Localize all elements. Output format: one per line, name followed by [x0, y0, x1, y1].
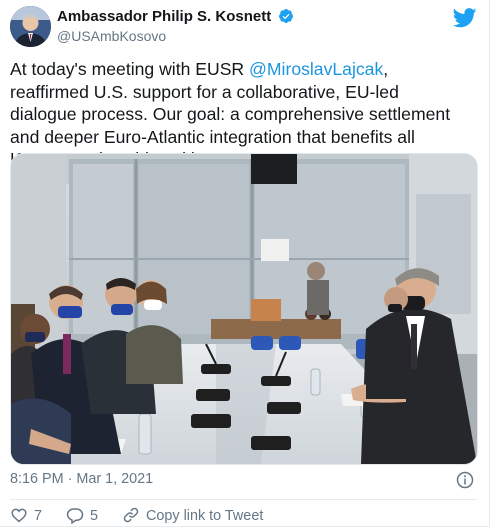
- reply-button[interactable]: 5: [66, 506, 99, 525]
- link-icon: [123, 507, 139, 523]
- copy-link-button[interactable]: Copy link to Tweet: [122, 506, 263, 524]
- author-handle[interactable]: @USAmbKosovo: [57, 28, 294, 44]
- tweet-photo[interactable]: [10, 153, 478, 465]
- reply-count: 5: [90, 508, 99, 524]
- tweet-header: Ambassador Philip S. Kosnett @USAmbKosov…: [10, 6, 477, 50]
- author-display-name[interactable]: Ambassador Philip S. Kosnett: [57, 8, 271, 25]
- divider: [10, 499, 477, 500]
- like-count: 7: [34, 508, 43, 524]
- tweet-embed-card: Ambassador Philip S. Kosnett @USAmbKosov…: [0, 0, 490, 527]
- timestamp-row: 8:16 PM · Mar 1, 2021: [10, 471, 476, 491]
- heart-icon: [11, 508, 27, 523]
- mention-link[interactable]: @MiroslavLajcak: [249, 59, 383, 79]
- verified-badge-icon: [278, 9, 293, 23]
- avatar[interactable]: [10, 6, 51, 47]
- reply-bubble-icon: [66, 508, 84, 525]
- info-icon[interactable]: [456, 471, 474, 489]
- like-button[interactable]: 7: [10, 506, 42, 524]
- tweet-timestamp[interactable]: 8:16 PM · Mar 1, 2021: [10, 471, 153, 487]
- copy-link-label: Copy link to Tweet: [146, 508, 264, 524]
- author-names: Ambassador Philip S. Kosnett @USAmbKosov…: [57, 8, 294, 44]
- tweet-text-start: At today's meeting with EUSR: [10, 59, 250, 79]
- twitter-bird-icon[interactable]: [453, 8, 477, 28]
